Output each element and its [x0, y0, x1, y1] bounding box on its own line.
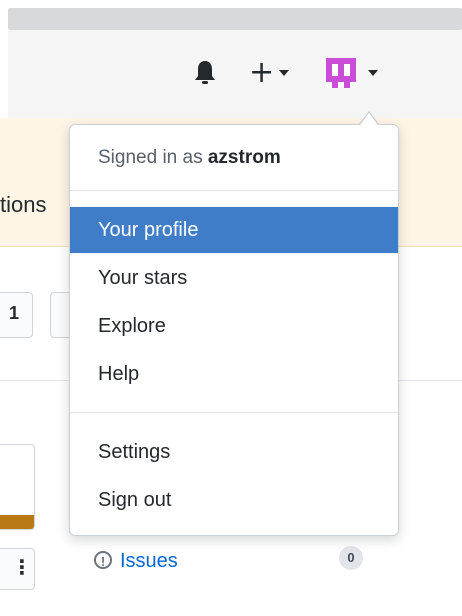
banner-partial-text: tions: [0, 192, 47, 217]
browser-bar: [8, 8, 462, 30]
tab-count: 1: [9, 303, 20, 323]
dropdown-caret-fill: [360, 113, 378, 125]
issues-label: Issues: [120, 550, 178, 572]
menu-item-settings[interactable]: Settings: [70, 429, 398, 475]
counter-tab[interactable]: 1: [0, 292, 33, 338]
identicon-avatar[interactable]: [326, 58, 356, 88]
menu-item-sign-out[interactable]: Sign out: [70, 477, 398, 523]
menu-divider: [70, 190, 398, 191]
signed-in-prefix: Signed in as: [98, 147, 203, 168]
user-dropdown-menu: Signed in as azstrom Your profile Your s…: [69, 124, 399, 536]
top-strip: [0, 0, 462, 8]
issue-opened-icon: !: [94, 551, 112, 569]
menu-item-your-profile[interactable]: Your profile: [70, 207, 398, 253]
username: azstrom: [207, 147, 281, 168]
plus-icon: +: [249, 55, 275, 90]
repo-card[interactable]: [0, 444, 35, 530]
menu-item-help[interactable]: Help: [70, 351, 398, 397]
avatar-chevron-down-icon[interactable]: [368, 70, 378, 76]
menu-button[interactable]: ⋮: [0, 548, 35, 590]
issues-counter: 0: [339, 546, 363, 570]
signed-in-header: Signed in as azstrom: [98, 147, 281, 169]
menu-divider: [70, 412, 398, 413]
menu-item-your-stars[interactable]: Your stars: [70, 255, 398, 301]
bell-icon[interactable]: [193, 59, 217, 87]
kebab-icon: ⋮: [12, 557, 32, 579]
chevron-down-icon: [279, 70, 289, 76]
site-header: [8, 30, 462, 119]
menu-item-explore[interactable]: Explore: [70, 303, 398, 349]
issues-link[interactable]: ! Issues: [94, 550, 178, 573]
create-new-dropdown[interactable]: +: [249, 58, 303, 88]
language-bar: [0, 515, 34, 529]
